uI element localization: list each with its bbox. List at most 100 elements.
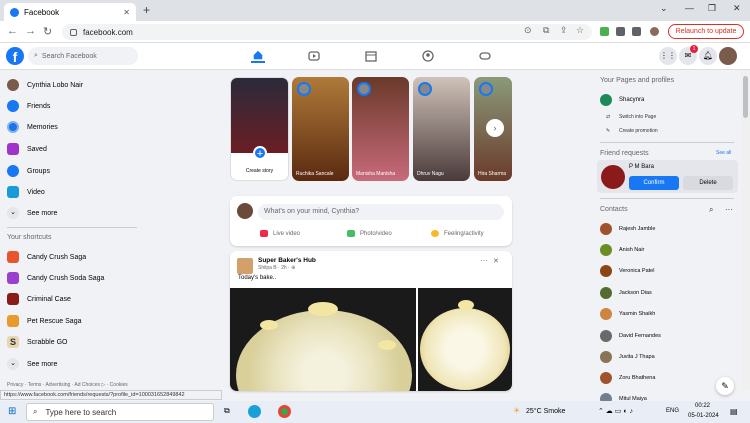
sidebar-item-see-more[interactable]: ⌄ See more [7,206,57,220]
sidebar-item-groups[interactable]: Groups [7,164,50,178]
post-photo-left[interactable] [230,288,416,391]
contact-item[interactable]: Rajesh Jamble [600,223,655,235]
shortcut-candy-crush-soda[interactable]: Candy Crush Soda Saga [7,271,104,285]
page-item[interactable]: Shacynra [600,94,644,106]
notifications-icon[interactable]: 🔔︎ [699,47,717,65]
facebook-logo-icon[interactable]: f [6,47,24,65]
back-icon[interactable]: ← [7,25,18,37]
close-window-button[interactable]: ✕ [733,3,741,14]
notification-center-icon[interactable]: ▤ [730,407,738,416]
extensions-puzzle-icon[interactable] [616,27,625,36]
new-tab-button[interactable]: + [143,3,150,17]
contact-item[interactable]: Veronica Patel [600,265,654,277]
shortcut-scrabble[interactable]: S Scrabble GO [7,335,67,349]
profile-avatar-icon[interactable] [650,27,659,36]
story-card[interactable]: Ruchika Sancale [292,77,349,181]
google-lens-icon[interactable]: ⊙ [524,25,532,36]
reload-icon[interactable]: ↻ [43,25,52,38]
plus-icon: + [253,146,267,160]
create-story-card[interactable]: + Create story [230,77,289,181]
clock-date[interactable]: 05-01-2024 [688,413,719,419]
scrollbar-thumb[interactable] [743,76,748,118]
shortcut-pet-rescue[interactable]: Pet Rescue Saga [7,314,81,328]
side-panel-icon[interactable] [632,27,641,36]
search-icon[interactable]: ⌕ [709,205,713,215]
story-name: Dhruv Nagu [417,171,444,177]
shortcut-criminal-case[interactable]: Criminal Case [7,292,71,306]
switch-page-link[interactable]: Switch into Page [619,114,656,120]
translate-icon[interactable]: ⧉ [543,25,549,36]
new-message-icon[interactable]: ✎ [716,377,734,395]
tab-facebook[interactable]: Facebook ✕ [4,3,136,21]
sidebar-item-friends[interactable]: Friends [7,99,50,113]
close-icon[interactable]: ✕ [493,257,499,265]
gaming-icon[interactable] [478,49,492,63]
contact-item[interactable]: Anish Nair [600,244,644,256]
search-input[interactable]: ⌕ Search Facebook [28,47,138,65]
tab-search-icon[interactable]: ⌄ [660,3,668,14]
create-story-photo [231,78,288,153]
post-more-icon[interactable]: ··· [480,256,488,265]
story-card[interactable]: Manisha Manisha [352,77,409,181]
live-video-button[interactable]: Live video [260,230,300,237]
page-scrollbar[interactable] [741,70,750,390]
browser-tab-bar: Facebook ✕ + ⌄ — ❐ ✕ [0,0,750,21]
minimize-button[interactable]: — [685,3,694,13]
contact-item[interactable]: Jackson Dias [600,287,652,299]
criminal-case-icon [7,293,19,305]
groups-icon[interactable] [421,49,435,63]
composer-input[interactable]: What's on your mind, Cynthia? [258,204,504,220]
contact-item[interactable]: Yasmin Shaikh [600,308,655,320]
bookmark-star-icon[interactable]: ☆ [576,25,584,36]
shortcuts-see-more[interactable]: ⌄ See more [7,357,57,371]
page-avatar[interactable] [237,258,253,274]
sidebar-item-saved[interactable]: Saved [7,142,47,156]
site-info-icon[interactable] [70,28,77,36]
avatar[interactable] [601,165,625,189]
contact-item[interactable]: Juvita J Thapa [600,351,655,363]
contact-item[interactable]: Zoru Bhathena [600,372,655,384]
menu-grid-icon[interactable]: ⋮⋮ [659,47,677,65]
post-photo-right[interactable] [418,288,512,391]
maximize-button[interactable]: ❐ [708,3,716,14]
post-author[interactable]: Super Baker's Hub [258,257,316,264]
weather-text[interactable]: 25°C Smoke [526,408,565,415]
extension-icon[interactable] [600,27,609,36]
address-bar[interactable]: facebook.com [62,24,592,40]
photo-video-button[interactable]: Photo/video [347,230,392,237]
confirm-button[interactable]: Confirm [629,176,679,190]
delete-button[interactable]: Delete [683,176,733,190]
footer-links[interactable]: Privacy · Terms · Advertising · Ad Choic… [7,382,128,388]
relaunch-button[interactable]: Relaunch to update [668,24,744,39]
windows-start-icon[interactable]: ⊞ [8,406,16,417]
sidebar-item-label: Pet Rescue Saga [27,317,82,325]
contact-item[interactable]: David Fernandes [600,330,661,342]
close-tab-icon[interactable]: ✕ [123,8,130,17]
shortcut-candy-crush[interactable]: Candy Crush Saga [7,250,86,264]
forward-icon[interactable]: → [25,25,36,37]
stories-next-icon[interactable]: › [486,119,504,137]
feeling-button[interactable]: Feeling/activity [431,230,484,237]
input-language[interactable]: ENG [666,408,679,414]
taskbar-search-input[interactable]: ⌕ Type here to search [26,403,214,421]
story-card[interactable]: Dhruv Nagu [413,77,470,181]
sidebar-item-profile[interactable]: Cynthia Lobo Nair [7,78,83,92]
sidebar-item-video[interactable]: Video [7,185,45,199]
request-name[interactable]: P M Bara [629,164,654,170]
more-options-icon[interactable]: ··· [725,205,733,214]
clock-time[interactable]: 00:22 [695,403,710,409]
chrome-browser-icon[interactable] [278,405,291,418]
task-view-icon[interactable]: ⧉ [224,406,230,416]
system-tray-icons[interactable]: ⌃ ☁ ▭ ◐ ♪ [598,407,633,415]
contact-name: Anish Nair [619,247,645,253]
groups-icon [7,165,19,177]
video-icon[interactable] [307,49,321,63]
account-avatar[interactable] [719,47,737,65]
see-all-link[interactable]: See all [716,150,731,156]
share-icon[interactable]: ⇪ [560,25,568,36]
edge-browser-icon[interactable] [248,405,261,418]
create-promotion-link[interactable]: Create promotion [619,128,658,134]
home-icon[interactable] [251,49,265,63]
sidebar-item-memories[interactable]: Memories [7,120,58,134]
marketplace-icon[interactable] [364,49,378,63]
